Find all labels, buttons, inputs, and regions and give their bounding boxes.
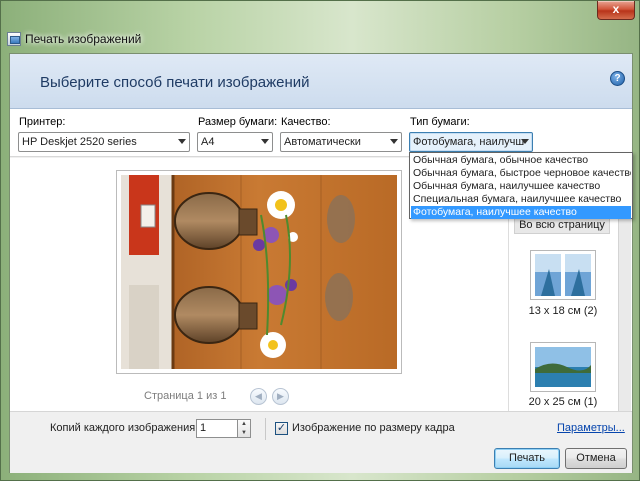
dialog-client: Выберите способ печати изображений Принт… [9, 53, 633, 473]
copies-label: Копий каждого изображения: [50, 422, 199, 434]
paper-size-value: A4 [201, 136, 215, 148]
print-photos-icon [7, 32, 21, 46]
paper-type-select[interactable]: Фотобумага, наилучш [409, 132, 533, 152]
dropdown-item[interactable]: Обычная бумага, наилучшее качество [411, 180, 631, 193]
divider [265, 418, 266, 440]
help-icon[interactable]: ? [610, 71, 625, 86]
stepper-down-icon[interactable]: ▼ [238, 429, 250, 438]
paper-type-dropdown-list: Обычная бумага, обычное качество Обычная… [409, 152, 633, 219]
layout-thumb-13x18[interactable] [530, 250, 596, 300]
dropdown-item[interactable]: Обычная бумага, быстрое черновое качеств… [411, 167, 631, 180]
chevron-down-icon [390, 139, 398, 144]
printer-value: HP Deskjet 2520 series [22, 136, 137, 148]
bottom-options-bar: Копий каждого изображения: 1 ▲ ▼ ✓ Изобр… [10, 411, 632, 445]
dropdown-item-selected[interactable]: Фотобумага, наилучшее качество [411, 206, 631, 219]
window-title: Печать изображений [25, 32, 142, 46]
layout-20x25-preview [535, 347, 591, 387]
layout-13x18-preview [535, 254, 591, 296]
quality-label: Качество: [281, 116, 331, 128]
chevron-down-icon [521, 139, 529, 144]
dropdown-item[interactable]: Обычная бумага, обычное качество [411, 154, 631, 167]
paper-size-label: Размер бумаги: [198, 116, 278, 128]
title-bar[interactable]: Печать изображений x [1, 1, 640, 53]
page-title: Выберите способ печати изображений [40, 74, 310, 91]
layout-caption-13x18: 13 x 18 см (2) [528, 305, 598, 317]
fit-to-frame-checkbox[interactable]: ✓ [275, 422, 288, 435]
photo-image [121, 175, 397, 369]
chevron-down-icon [178, 139, 186, 144]
print-button[interactable]: Печать [494, 448, 560, 469]
paper-size-select[interactable]: A4 [197, 132, 273, 152]
prev-page-button[interactable]: ◀ [250, 388, 267, 405]
options-link[interactable]: Параметры... [557, 422, 625, 434]
copies-input[interactable]: 1 [196, 419, 238, 438]
printer-label: Принтер: [19, 116, 66, 128]
window-frame: Печать изображений x Выберите способ печ… [0, 0, 640, 481]
dropdown-item[interactable]: Специальная бумага, наилучшее качество [411, 193, 631, 206]
page-indicator: Страница 1 из 1 [144, 390, 227, 402]
dialog-footer: Печать Отмена [10, 445, 632, 473]
fit-to-frame-label[interactable]: Изображение по размеру кадра [292, 422, 455, 434]
close-button[interactable]: x [597, 1, 635, 20]
copies-stepper[interactable]: ▲ ▼ [237, 419, 251, 438]
paper-type-label: Тип бумаги: [410, 116, 470, 128]
quality-value: Автоматически [284, 136, 361, 148]
next-page-button[interactable]: ▶ [272, 388, 289, 405]
stepper-up-icon[interactable]: ▲ [238, 420, 250, 429]
chevron-down-icon [261, 139, 269, 144]
quality-select[interactable]: Автоматически [280, 132, 402, 152]
paper-type-value: Фотобумага, наилучш [413, 136, 525, 148]
dialog-header: Выберите способ печати изображений [10, 54, 632, 109]
printer-select[interactable]: HP Deskjet 2520 series [18, 132, 190, 152]
layouts-scrollbar[interactable] [618, 204, 631, 411]
cancel-button[interactable]: Отмена [565, 448, 627, 469]
layout-thumb-20x25[interactable] [530, 342, 596, 392]
photo-preview [116, 170, 402, 374]
print-options-row: Принтер: HP Deskjet 2520 series Размер б… [10, 109, 632, 157]
layout-caption-20x25: 20 x 25 см (1) [528, 396, 598, 408]
